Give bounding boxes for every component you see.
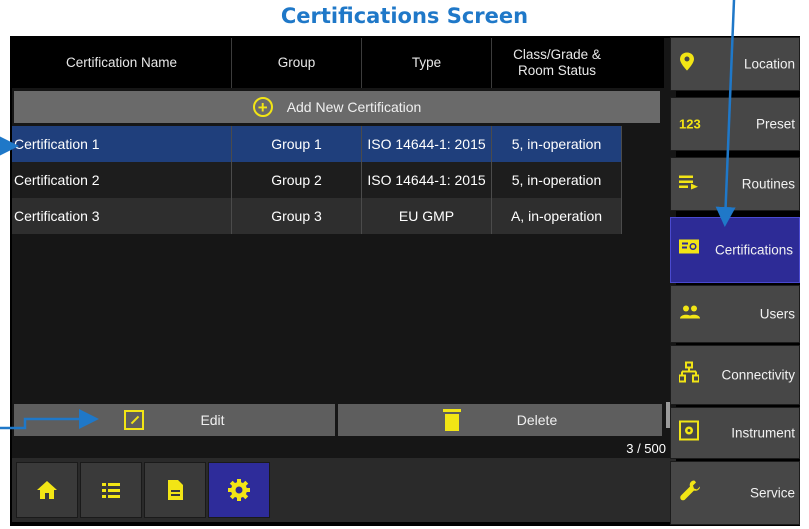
delete-label: Delete bbox=[516, 412, 558, 428]
page-title: Certifications Screen bbox=[280, 4, 529, 28]
table-row[interactable]: Certification 1 Group 1 ISO 14644-1: 201… bbox=[12, 126, 622, 162]
side-nav-label: Location bbox=[743, 56, 795, 72]
device-screen: Certification Name Group Type Class/Grad… bbox=[10, 36, 800, 526]
side-nav-label: Users bbox=[759, 306, 795, 322]
cell-name: Certification 2 bbox=[12, 162, 232, 198]
column-header-name: Certification Name bbox=[12, 38, 232, 88]
add-new-certification-label: Add New Certification bbox=[286, 99, 422, 115]
side-nav: Location 123 Preset Routines Certificati… bbox=[670, 36, 800, 526]
cell-group: Group 2 bbox=[232, 162, 362, 198]
side-nav-label: Certifications bbox=[714, 242, 793, 258]
side-nav-label: Routines bbox=[741, 176, 795, 192]
main-panel: Certification Name Group Type Class/Grad… bbox=[12, 38, 676, 522]
side-nav-routines[interactable]: Routines bbox=[670, 157, 800, 211]
certification-list: Certification 1 Group 1 ISO 14644-1: 201… bbox=[12, 126, 622, 234]
instrument-icon bbox=[679, 420, 699, 446]
cell-type: EU GMP bbox=[362, 198, 492, 234]
cell-group: Group 3 bbox=[232, 198, 362, 234]
side-nav-location[interactable]: Location bbox=[670, 37, 800, 91]
nav-list-button[interactable] bbox=[80, 462, 142, 518]
side-nav-users[interactable]: Users bbox=[670, 285, 800, 343]
side-nav-service[interactable]: Service bbox=[670, 461, 800, 525]
cell-name: Certification 1 bbox=[12, 126, 232, 162]
gear-icon bbox=[228, 479, 250, 501]
certifications-icon bbox=[679, 239, 699, 262]
cell-name: Certification 3 bbox=[12, 198, 232, 234]
side-nav-preset[interactable]: 123 Preset bbox=[670, 97, 800, 151]
column-header-type: Type bbox=[362, 38, 492, 88]
plus-circle-icon: + bbox=[252, 97, 273, 117]
record-count: 3 / 500 bbox=[626, 441, 666, 456]
routines-icon bbox=[679, 174, 699, 195]
nav-document-button[interactable] bbox=[144, 462, 206, 518]
table-row[interactable]: Certification 2 Group 2 ISO 14644-1: 201… bbox=[12, 162, 622, 198]
side-nav-label: Instrument bbox=[731, 425, 795, 441]
home-icon bbox=[37, 481, 57, 499]
users-icon bbox=[679, 305, 701, 324]
document-icon bbox=[168, 480, 183, 500]
nav-home-button[interactable] bbox=[16, 462, 78, 518]
wrench-icon bbox=[679, 479, 703, 508]
side-nav-connectivity[interactable]: Connectivity bbox=[670, 345, 800, 405]
bottom-nav bbox=[12, 458, 676, 522]
edit-button[interactable]: Edit bbox=[14, 404, 335, 436]
nav-settings-button[interactable] bbox=[208, 462, 270, 518]
table-row[interactable]: Certification 3 Group 3 EU GMP A, in-ope… bbox=[12, 198, 622, 234]
side-nav-certifications[interactable]: Certifications bbox=[670, 217, 800, 283]
cell-type: ISO 14644-1: 2015 bbox=[362, 126, 492, 162]
location-pin-icon bbox=[679, 52, 695, 77]
cell-class: 5, in-operation bbox=[492, 126, 622, 162]
trash-icon bbox=[442, 409, 461, 431]
cell-class: 5, in-operation bbox=[492, 162, 622, 198]
side-nav-label: Connectivity bbox=[721, 367, 795, 383]
cell-type: ISO 14644-1: 2015 bbox=[362, 162, 492, 198]
edit-icon bbox=[124, 410, 145, 430]
edit-label: Edit bbox=[200, 412, 225, 428]
table-header: Certification Name Group Type Class/Grad… bbox=[12, 38, 664, 88]
column-header-class: Class/Grade & Room Status bbox=[513, 47, 601, 78]
connectivity-icon bbox=[678, 361, 700, 389]
preset-123-icon: 123 bbox=[679, 116, 701, 132]
side-nav-label: Service bbox=[749, 485, 795, 501]
delete-button[interactable]: Delete bbox=[338, 404, 662, 436]
column-header-group: Group bbox=[232, 38, 362, 88]
add-new-certification-button[interactable]: + Add New Certification bbox=[14, 91, 660, 123]
action-bar: Edit Delete bbox=[14, 404, 662, 436]
side-nav-label: Preset bbox=[755, 116, 795, 132]
cell-group: Group 1 bbox=[232, 126, 362, 162]
side-nav-instrument[interactable]: Instrument bbox=[670, 407, 800, 459]
cell-class: A, in-operation bbox=[492, 198, 622, 234]
list-icon bbox=[102, 483, 120, 498]
